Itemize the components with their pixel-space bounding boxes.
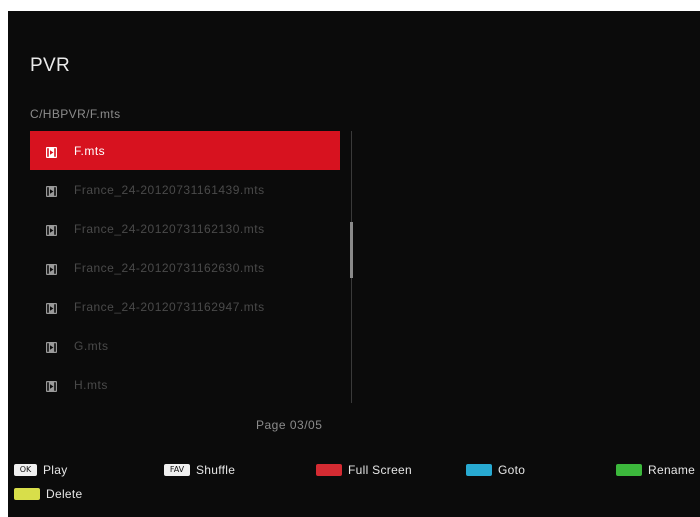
- video-file-icon: [46, 223, 57, 236]
- file-row[interactable]: France_24-20120731162130.mts: [30, 209, 340, 248]
- legend-delete-label: Delete: [46, 487, 83, 501]
- page-indicator: Page 03/05: [256, 418, 323, 432]
- video-file-icon: [46, 301, 57, 314]
- pvr-screen: PVR C/HBPVR/F.mts F.mts France_24-201207…: [8, 11, 700, 517]
- legend-rename: Rename: [616, 463, 695, 477]
- current-path: C/HBPVR/F.mts: [30, 107, 121, 121]
- legend-play: OK Play: [14, 463, 68, 477]
- file-row[interactable]: France_24-20120731162630.mts: [30, 248, 340, 287]
- legend-goto: Goto: [466, 463, 525, 477]
- legend-goto-label: Goto: [498, 463, 526, 477]
- file-row[interactable]: France_24-20120731162947.mts: [30, 287, 340, 326]
- file-list: F.mts France_24-20120731161439.mts Franc…: [30, 131, 340, 404]
- file-row[interactable]: France_24-20120731161439.mts: [30, 170, 340, 209]
- yellow-key-icon: [14, 488, 40, 500]
- page-title: PVR: [30, 55, 70, 76]
- file-row[interactable]: G.mts: [30, 326, 340, 365]
- video-file-icon: [46, 262, 57, 275]
- green-key-icon: [616, 464, 642, 476]
- file-row[interactable]: F.mts: [30, 131, 340, 170]
- file-name: France_24-20120731162630.mts: [74, 260, 265, 275]
- legend-full-screen-label: Full Screen: [348, 463, 412, 477]
- scrollbar-thumb[interactable]: [350, 222, 353, 278]
- video-file-icon: [46, 340, 57, 353]
- blue-key-icon: [466, 464, 492, 476]
- legend-delete: Delete: [14, 487, 83, 501]
- ok-key-icon: OK: [14, 464, 37, 476]
- legend-full-screen: Full Screen: [316, 463, 412, 477]
- file-row[interactable]: H.mts: [30, 365, 340, 404]
- file-name: France_24-20120731162130.mts: [74, 221, 265, 236]
- video-file-icon: [46, 379, 57, 392]
- file-name: France_24-20120731161439.mts: [74, 182, 265, 197]
- video-file-icon: [46, 145, 57, 158]
- legend-shuffle-label: Shuffle: [196, 463, 236, 477]
- legend-play-label: Play: [43, 463, 68, 477]
- file-name: F.mts: [74, 143, 106, 158]
- file-name: H.mts: [74, 377, 108, 392]
- red-key-icon: [316, 464, 342, 476]
- legend-shuffle: FAV Shuffle: [164, 463, 235, 477]
- fav-key-icon: FAV: [164, 464, 190, 476]
- file-name: France_24-20120731162947.mts: [74, 299, 265, 314]
- file-name: G.mts: [74, 338, 109, 353]
- legend-rename-label: Rename: [648, 463, 696, 477]
- video-file-icon: [46, 184, 57, 197]
